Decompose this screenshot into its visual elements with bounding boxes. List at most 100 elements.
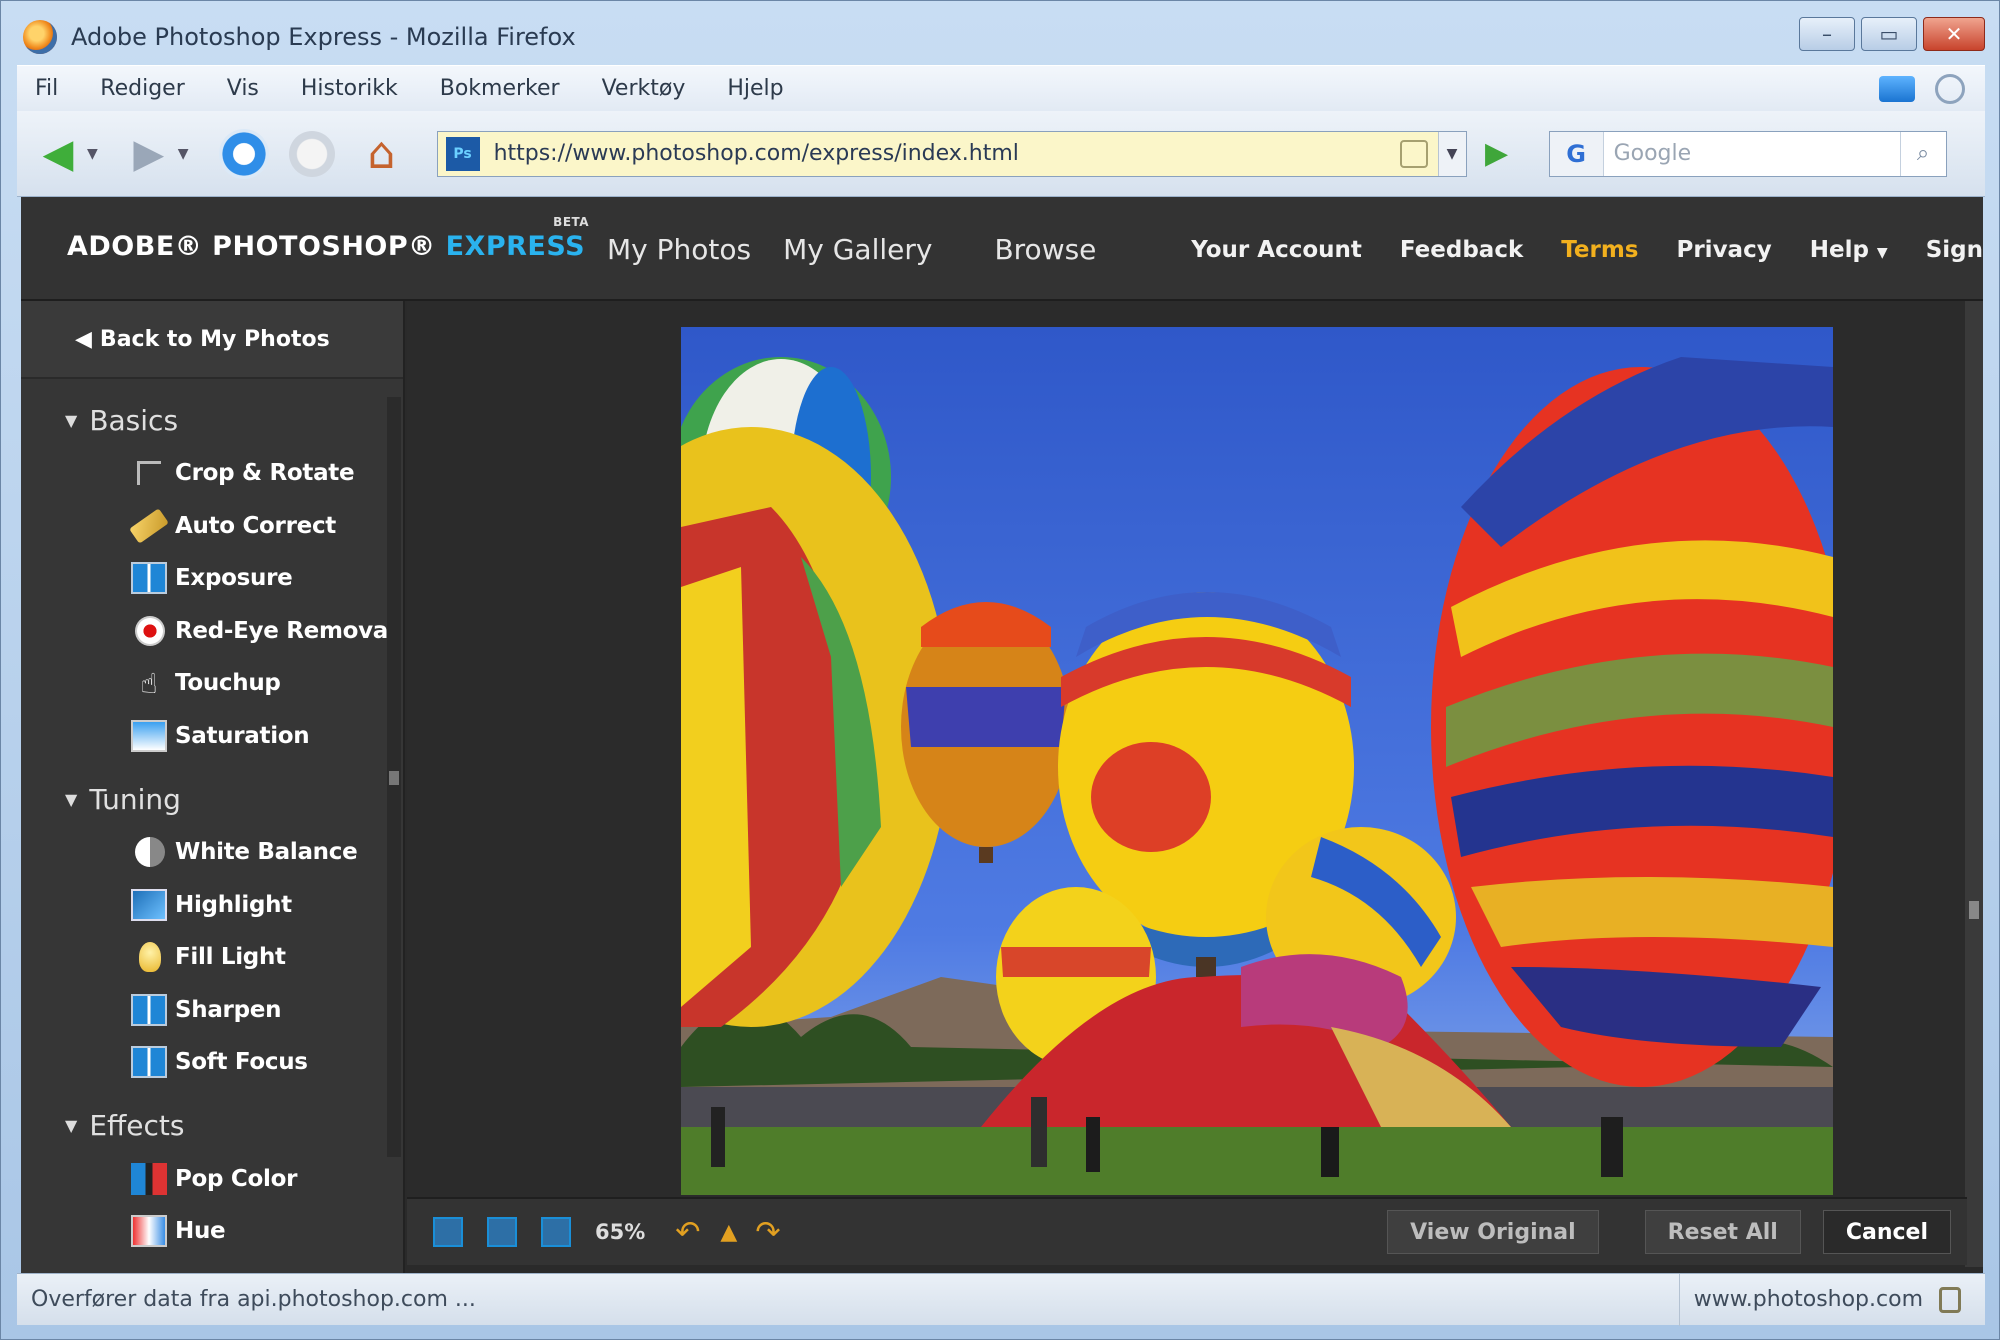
firefox-logo-icon	[23, 20, 57, 54]
history-up-icon[interactable]: ▲	[720, 1220, 737, 1245]
section-basics[interactable]: ▼ Basics	[21, 393, 405, 447]
nav-my-photos[interactable]: My Photos	[607, 233, 751, 266]
soft-focus-icon	[131, 1046, 167, 1079]
tool-auto-correct[interactable]: Auto Correct	[21, 500, 405, 553]
search-input[interactable]: Google	[1614, 141, 1900, 166]
skype-icon[interactable]	[1879, 75, 1915, 102]
collapse-triangle-icon: ▼	[65, 1116, 78, 1135]
editor-bottom-bar: 65% ↶ ▲ ↷ View Original Reset All Cancel	[407, 1197, 1967, 1265]
view-actual-size-icon[interactable]	[487, 1217, 517, 1247]
reset-all-button[interactable]: Reset All	[1644, 1210, 1801, 1254]
back-to-my-photos-label: Back to My Photos	[99, 326, 330, 352]
menu-verktoy[interactable]: Verktøy	[602, 76, 686, 101]
back-history-dropdown-icon[interactable]: ▼	[87, 146, 98, 162]
nav-sign[interactable]: Sign	[1926, 237, 1983, 263]
search-engine-google-icon[interactable]: G	[1549, 131, 1604, 176]
menu-vis[interactable]: Vis	[227, 76, 259, 101]
tool-crop-rotate[interactable]: Crop & Rotate	[21, 447, 405, 500]
tool-saturation[interactable]: Saturation	[21, 710, 405, 763]
tools-sidebar: ◀ Back to My Photos ▼ Basics Crop & Rota…	[21, 301, 405, 1273]
section-label: Effects	[89, 1109, 185, 1142]
nav-privacy[interactable]: Privacy	[1676, 237, 1771, 263]
logo-main-text: ADOBE® PHOTOSHOP®	[67, 231, 436, 262]
view-original-button[interactable]: View Original	[1387, 1210, 1599, 1254]
editing-canvas	[407, 301, 1983, 1233]
go-icon[interactable]: ▶	[1473, 131, 1521, 177]
menu-bar: Fil Rediger Vis Historikk Bokmerker Verk…	[17, 65, 1985, 111]
status-bar: Overfører data fra api.photoshop.com ...…	[17, 1273, 1985, 1326]
chevron-down-icon: ▼	[1876, 245, 1888, 261]
logo-beta-badge: BETA	[553, 215, 590, 229]
red-eye-icon	[135, 615, 165, 646]
minimize-button[interactable]: –	[1799, 17, 1855, 51]
nav-my-gallery[interactable]: My Gallery	[783, 233, 932, 266]
tool-highlight[interactable]: Highlight	[21, 879, 405, 932]
forward-arrow-icon[interactable]: ▶	[124, 129, 174, 179]
hand-icon: ☝	[140, 666, 158, 700]
maximize-button[interactable]: ▭	[1861, 17, 1917, 51]
account-nav: Your Account Feedback Terms Privacy Help…	[1153, 237, 1983, 263]
status-text: Overfører data fra api.photoshop.com ...	[31, 1287, 476, 1312]
tool-soft-focus[interactable]: Soft Focus	[21, 1036, 405, 1089]
url-history-dropdown-icon[interactable]: ▼	[1437, 131, 1466, 176]
section-tuning[interactable]: ▼ Tuning	[21, 772, 405, 826]
tool-pop-color[interactable]: Pop Color	[21, 1153, 405, 1206]
tool-label: Highlight	[175, 891, 292, 918]
pop-color-icon	[131, 1162, 167, 1195]
menu-fil[interactable]: Fil	[35, 76, 58, 101]
home-icon[interactable]: ⌂	[357, 128, 407, 179]
tool-fill-light[interactable]: Fill Light	[21, 931, 405, 984]
sidebar-scroll-grip[interactable]	[389, 771, 399, 785]
stop-icon[interactable]	[288, 130, 335, 177]
tool-sharpen[interactable]: Sharpen	[21, 984, 405, 1037]
menu-bokmerker[interactable]: Bokmerker	[440, 76, 560, 101]
secure-lock-icon[interactable]	[1939, 1286, 1961, 1313]
view-fullscreen-icon[interactable]	[541, 1217, 571, 1247]
cancel-button[interactable]: Cancel	[1822, 1210, 1951, 1254]
search-box[interactable]: G Google ⌕	[1548, 130, 1947, 177]
back-arrow-icon[interactable]: ◀	[33, 129, 83, 179]
section-effects[interactable]: ▼ Effects	[21, 1099, 405, 1153]
page-scroll-grip[interactable]	[1969, 901, 1979, 919]
tool-touchup[interactable]: ☝ Touchup	[21, 657, 405, 710]
tool-exposure[interactable]: Exposure	[21, 552, 405, 605]
lock-icon[interactable]	[1399, 139, 1428, 168]
search-icon[interactable]: ⌕	[1899, 131, 1946, 176]
url-bar[interactable]: Ps https://www.photoshop.com/express/ind…	[436, 130, 1467, 177]
close-button[interactable]: ✕	[1923, 17, 1985, 51]
back-to-my-photos-link[interactable]: ◀ Back to My Photos	[21, 301, 403, 379]
hue-icon	[131, 1215, 167, 1248]
firefox-window: Adobe Photoshop Express - Mozilla Firefo…	[0, 0, 2000, 1340]
undo-icon[interactable]: ↶	[675, 1215, 700, 1250]
status-site: www.photoshop.com	[1678, 1273, 1923, 1326]
section-label: Tuning	[89, 782, 181, 816]
nav-terms[interactable]: Terms	[1561, 237, 1638, 263]
collapse-triangle-icon: ▼	[65, 789, 78, 809]
nav-your-account[interactable]: Your Account	[1191, 237, 1362, 263]
tool-hue[interactable]: Hue	[21, 1205, 405, 1258]
menu-historikk[interactable]: Historikk	[301, 76, 398, 101]
menu-rediger[interactable]: Rediger	[100, 76, 184, 101]
nav-help[interactable]: Help ▼	[1810, 237, 1888, 263]
redo-icon[interactable]: ↷	[755, 1215, 780, 1250]
tool-red-eye-removal[interactable]: Red-Eye Removal	[21, 605, 405, 658]
photoshop-express-logo[interactable]: ADOBE® PHOTOSHOP® EXPRESS BETA	[67, 215, 589, 262]
auto-correct-icon	[129, 508, 169, 544]
section-label: Basics	[89, 403, 179, 437]
view-fit-icon[interactable]	[433, 1217, 463, 1247]
window-title: Adobe Photoshop Express - Mozilla Firefo…	[71, 23, 576, 51]
url-text[interactable]: https://www.photoshop.com/express/index.…	[494, 141, 1400, 166]
sharpen-icon	[131, 993, 167, 1026]
tool-white-balance[interactable]: White Balance	[21, 826, 405, 879]
reload-icon[interactable]	[218, 128, 269, 179]
tool-label: Auto Correct	[175, 512, 336, 539]
logo-express-text: EXPRESS	[445, 231, 586, 262]
forward-history-dropdown-icon[interactable]: ▼	[178, 146, 189, 162]
saturation-icon	[131, 719, 167, 752]
nav-browse[interactable]: Browse	[994, 233, 1096, 266]
page-scrollbar[interactable]	[1965, 301, 1983, 1267]
collapse-triangle-icon: ▼	[65, 410, 78, 430]
menu-hjelp[interactable]: Hjelp	[727, 76, 783, 101]
balloon-photo[interactable]	[681, 327, 1833, 1195]
nav-feedback[interactable]: Feedback	[1400, 237, 1523, 263]
